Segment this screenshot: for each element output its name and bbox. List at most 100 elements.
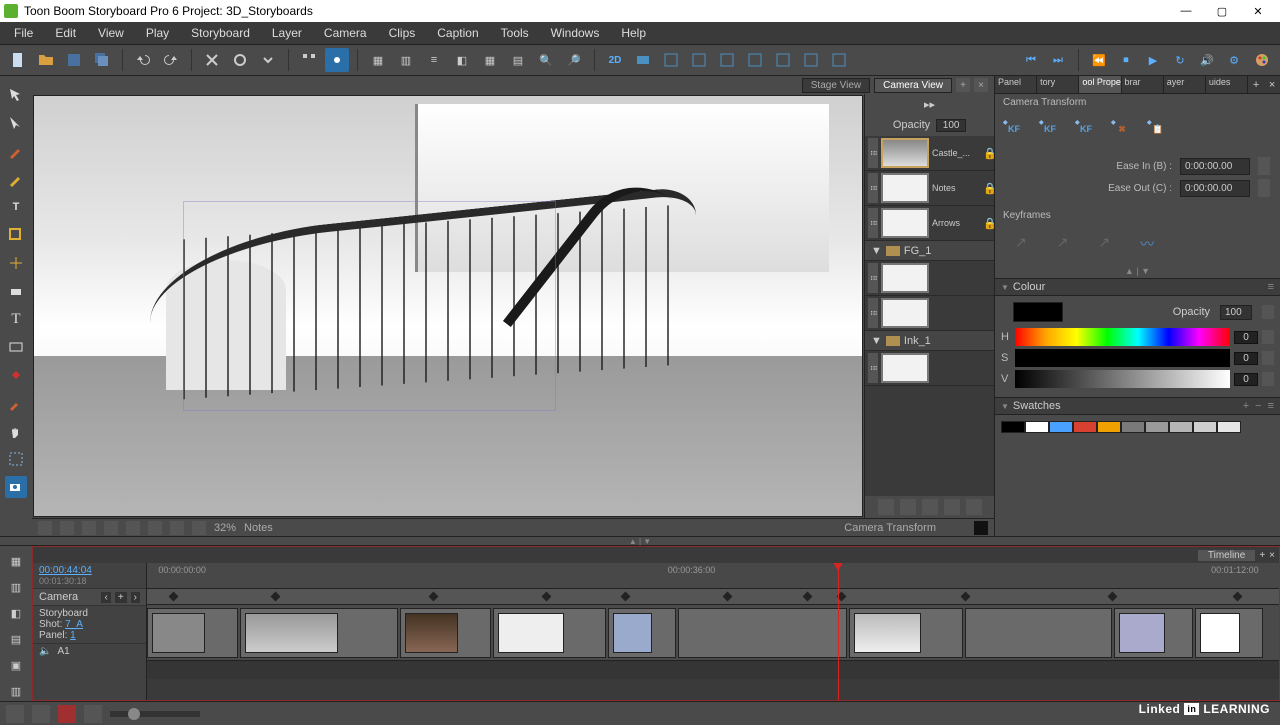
opacity-input[interactable] (936, 119, 966, 132)
sound-icon[interactable]: 🔊 (1195, 48, 1219, 72)
panel-clip[interactable] (240, 608, 398, 658)
layer-grip-icon[interactable]: ⠿ (868, 353, 878, 383)
layer-grip-icon[interactable]: ⠿ (868, 208, 878, 238)
dropdown-icon[interactable] (256, 48, 280, 72)
cutter-tool-icon[interactable] (5, 252, 27, 274)
layer-grip-icon[interactable]: ⠿ (868, 298, 878, 328)
close-button[interactable]: ✕ (1240, 0, 1276, 22)
menu-view[interactable]: View (88, 24, 134, 42)
close-tl-tab[interactable]: × (1269, 550, 1275, 561)
stepper-icon[interactable] (1262, 330, 1274, 344)
camera-track[interactable] (147, 589, 1279, 605)
expand-icon[interactable]: ▸▸ (924, 98, 935, 111)
refresh-icon[interactable] (228, 48, 252, 72)
play-icon[interactable]: ▶ (1141, 48, 1165, 72)
layout-half-icon[interactable]: ◧ (450, 48, 474, 72)
status-icon[interactable] (192, 521, 206, 535)
panel-clip[interactable] (849, 608, 962, 658)
hue-slider[interactable] (1015, 328, 1230, 346)
go-end-icon[interactable]: ⏭ (1046, 48, 1070, 72)
menu-layer[interactable]: Layer (262, 24, 312, 42)
close-tab-button[interactable]: × (1264, 76, 1280, 93)
panel-clip[interactable] (965, 608, 1112, 658)
swatch[interactable] (1001, 421, 1025, 433)
scene3-icon[interactable] (715, 48, 739, 72)
stepper-icon[interactable] (1258, 157, 1270, 175)
layout-mixed-icon[interactable]: ▤ (506, 48, 530, 72)
scene5-icon[interactable] (771, 48, 795, 72)
bucket-tool-icon[interactable] (5, 364, 27, 386)
swatches-section-head[interactable]: Swatches + − ≡ (995, 397, 1280, 415)
folder-layer-icon[interactable] (944, 499, 960, 515)
tl-icon[interactable]: ▦ (5, 552, 27, 570)
hue-input[interactable] (1234, 331, 1258, 344)
swatch[interactable] (1025, 421, 1049, 433)
maximize-button[interactable]: ▢ (1204, 0, 1240, 22)
menu-caption[interactable]: Caption (427, 24, 488, 42)
select-tool-icon[interactable] (5, 84, 27, 106)
type-tool-icon[interactable]: T (5, 308, 27, 330)
delete-icon[interactable] (200, 48, 224, 72)
keyframe-add-icon[interactable]: KF (1001, 117, 1027, 141)
audio-track[interactable] (147, 661, 1279, 679)
shape-tool-icon[interactable] (5, 224, 27, 246)
swatch[interactable] (1169, 421, 1193, 433)
camera-3d-icon[interactable] (631, 48, 655, 72)
menu-camera[interactable]: Camera (314, 24, 377, 42)
camera-viewport[interactable] (33, 95, 863, 517)
panel-clip[interactable] (1195, 608, 1263, 658)
easein-input[interactable]: 0:00:00.00 (1180, 158, 1250, 175)
loop-icon[interactable]: ↻ (1168, 48, 1192, 72)
stepper-icon[interactable] (1262, 372, 1274, 386)
prev-frame-icon[interactable]: ⏪ (1087, 48, 1111, 72)
panel-clip[interactable] (1114, 608, 1193, 658)
snap-icon[interactable] (325, 48, 349, 72)
layer-grip-icon[interactable]: ⠿ (868, 263, 878, 293)
tab-story[interactable]: tory (1037, 76, 1079, 93)
layer-grip-icon[interactable]: ⠿ (868, 138, 878, 168)
layer-thumb[interactable] (881, 263, 929, 293)
zoom-out-icon[interactable]: 🔎 (562, 48, 586, 72)
timeline-tab[interactable]: Timeline (1198, 550, 1255, 561)
camera-view-tab[interactable]: Camera View (874, 78, 952, 93)
transform-tool-icon[interactable] (5, 112, 27, 134)
val-slider[interactable] (1015, 370, 1230, 388)
brush-tool-icon[interactable] (5, 140, 27, 162)
palette-icon[interactable] (1250, 48, 1274, 72)
stepper-icon[interactable] (1258, 179, 1270, 197)
record-icon[interactable]: ⚙ (1222, 48, 1246, 72)
zoom-value[interactable]: 32% (214, 522, 236, 534)
status-icon[interactable] (82, 521, 96, 535)
panel-clip[interactable] (147, 608, 238, 658)
tab-layers[interactable]: ayer (1164, 76, 1206, 93)
kf-graph-icon[interactable]: ↗ (1015, 234, 1027, 254)
val-input[interactable] (1234, 373, 1258, 386)
swatch[interactable] (1145, 421, 1169, 433)
add-tl-tab[interactable]: + (1259, 550, 1265, 561)
layout-columns-icon[interactable]: ▥ (394, 48, 418, 72)
tab-panel[interactable]: Panel (995, 76, 1037, 93)
add-layer-icon[interactable] (878, 499, 894, 515)
keyframe-del-icon[interactable]: ✖ (1109, 117, 1135, 141)
horizontal-splitter[interactable]: ▲ | ▼ (0, 536, 1280, 546)
kf-graph-icon[interactable]: ↗ (1098, 234, 1110, 254)
grid-icon[interactable] (297, 48, 321, 72)
scene4-icon[interactable] (743, 48, 767, 72)
stepper-icon[interactable] (1262, 305, 1274, 319)
redo-icon[interactable] (159, 48, 183, 72)
trash-layer-icon[interactable] (966, 499, 982, 515)
timeline-tracks[interactable]: 00:00:00:00 00:00:36:00 00:01:12:00 (147, 563, 1279, 700)
swatch[interactable] (1193, 421, 1217, 433)
minimize-button[interactable]: — (1168, 0, 1204, 22)
storyboard-track[interactable] (147, 605, 1279, 661)
status-icon[interactable] (170, 521, 184, 535)
layer-grip-icon[interactable]: ⠿ (868, 173, 878, 203)
close-view-button[interactable]: × (974, 78, 988, 92)
colour-section-head[interactable]: Colour ≡ (995, 278, 1280, 296)
camera-tool-icon[interactable] (5, 476, 27, 498)
layout-grid-icon[interactable]: ▦ (366, 48, 390, 72)
zoom-handle[interactable] (128, 708, 140, 720)
layer-thumb[interactable] (881, 138, 929, 168)
chevron-down-icon[interactable]: ▼ (871, 245, 882, 257)
tl-icon[interactable]: ◧ (5, 604, 27, 622)
